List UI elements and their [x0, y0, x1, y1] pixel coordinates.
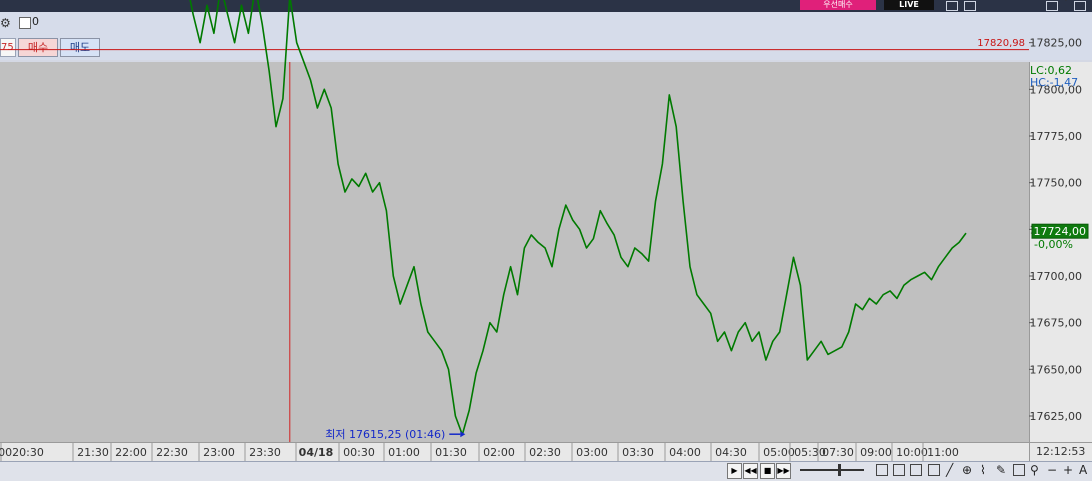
x-tick-label: 0020:30: [0, 446, 44, 459]
zoom-out-icon[interactable]: −: [1047, 463, 1057, 477]
zoom-in-icon[interactable]: +: [1063, 463, 1073, 477]
x-tick-label: 01:00: [388, 446, 420, 459]
zoom-slider-thumb[interactable]: [838, 464, 841, 476]
y-tick-label: 17675,00: [1030, 317, 1083, 330]
x-tick-label: 07:30: [822, 446, 854, 459]
x-tick-label: 22:00: [115, 446, 147, 459]
x-tick-label: 23:00: [203, 446, 235, 459]
image-icon[interactable]: [1013, 464, 1025, 476]
hc-label: HC:-1,47: [1030, 76, 1078, 89]
change-label: -0,00%: [1034, 238, 1073, 251]
grid-icon[interactable]: [910, 464, 922, 476]
table-icon[interactable]: [928, 464, 940, 476]
line-tool-icon[interactable]: ╱: [946, 463, 953, 477]
y-tick-label: 17625,00: [1030, 410, 1083, 423]
x-tick-label: 23:30: [249, 446, 281, 459]
stop-icon[interactable]: ■: [760, 463, 775, 479]
x-tick-label: 03:00: [576, 446, 608, 459]
low-annotation: 최저 17615,25 (01:46): [325, 428, 445, 441]
font-size-icon[interactable]: A: [1079, 463, 1087, 477]
x-tick-label: 03:30: [622, 446, 654, 459]
x-tick-label: 01:30: [435, 446, 467, 459]
zoom-slider-track[interactable]: [800, 469, 864, 471]
price-chart[interactable]: 18000,0017931,6117820,98최저 17615,25 (01:…: [0, 0, 1092, 461]
x-tick-label: 04:00: [669, 446, 701, 459]
price-series-line[interactable]: [0, 0, 967, 436]
y-tick-label: 17850,00: [1030, 0, 1083, 3]
next-icon[interactable]: ▶: [727, 463, 742, 479]
y-tick-label: 17650,00: [1030, 363, 1083, 376]
x-tick-label: 02:30: [529, 446, 561, 459]
y-tick-label: 17775,00: [1030, 130, 1083, 143]
rewind-icon[interactable]: ◀◀: [743, 463, 758, 479]
x-tick-label: 04/18: [299, 446, 334, 459]
x-tick-label: 21:30: [77, 446, 109, 459]
fast-forward-icon[interactable]: ▶▶: [776, 463, 791, 479]
copy-icon[interactable]: [876, 464, 888, 476]
last-price-label: 17724,00: [1034, 225, 1087, 238]
x-tick-label: 05:30: [794, 446, 826, 459]
y-tick-label: 17825,00: [1030, 37, 1083, 50]
magnify-icon[interactable]: ⚲: [1030, 463, 1039, 477]
reference-line-label: 17820,98: [977, 38, 1025, 49]
x-tick-label: 11:00: [927, 446, 959, 459]
y-tick-label: 17750,00: [1030, 177, 1083, 190]
y-tick-label: 17700,00: [1030, 270, 1083, 283]
x-tick-label: 22:30: [156, 446, 188, 459]
draw-tool-icon[interactable]: ✎: [996, 463, 1006, 477]
split-icon[interactable]: [893, 464, 905, 476]
erase-tool-icon[interactable]: ⌇: [980, 463, 986, 477]
x-tick-label: 02:00: [483, 446, 515, 459]
x-tick-label: 09:00: [860, 446, 892, 459]
x-tick-label: 00:30: [343, 446, 375, 459]
text-tool-icon[interactable]: ⊕: [962, 463, 972, 477]
x-tick-label: 04:30: [715, 446, 747, 459]
